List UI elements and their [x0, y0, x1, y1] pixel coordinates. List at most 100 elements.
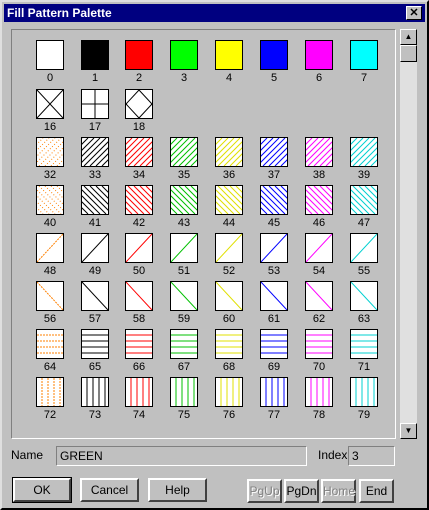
pattern-swatch-69[interactable]: 69	[260, 329, 288, 373]
pattern-swatch-35[interactable]: 35	[170, 137, 198, 181]
pattern-swatch-fill[interactable]	[305, 377, 333, 407]
pattern-swatch-71[interactable]: 71	[350, 329, 378, 373]
pattern-swatch-fill[interactable]	[215, 377, 243, 407]
pattern-swatch-78[interactable]: 78	[305, 377, 333, 421]
pattern-swatch-39[interactable]: 39	[350, 137, 378, 181]
pattern-swatch-59[interactable]: 59	[170, 281, 198, 325]
pattern-swatch-49[interactable]: 49	[81, 233, 109, 277]
pattern-swatch-fill[interactable]	[170, 377, 198, 407]
name-field[interactable]: GREEN	[56, 446, 307, 466]
pattern-swatch-fill[interactable]	[125, 185, 153, 215]
pattern-swatch-32[interactable]: 32	[36, 137, 64, 181]
pattern-swatch-66[interactable]: 66	[125, 329, 153, 373]
pattern-swatch-68[interactable]: 68	[215, 329, 243, 373]
pattern-swatch-fill[interactable]	[125, 329, 153, 359]
pattern-swatch-54[interactable]: 54	[305, 233, 333, 277]
pattern-swatch-65[interactable]: 65	[81, 329, 109, 373]
pattern-swatch-fill[interactable]	[125, 89, 153, 119]
pattern-swatch-fill[interactable]	[81, 281, 109, 311]
pattern-swatch-62[interactable]: 62	[305, 281, 333, 325]
pattern-swatch-fill[interactable]	[81, 89, 109, 119]
pattern-swatch-37[interactable]: 37	[260, 137, 288, 181]
pattern-swatch-5[interactable]: 5	[260, 40, 288, 84]
pattern-swatch-fill[interactable]	[125, 377, 153, 407]
vertical-scrollbar[interactable]: ▲ ▼	[400, 29, 417, 439]
pattern-swatch-6[interactable]: 6	[305, 40, 333, 84]
close-button[interactable]: ✕	[406, 6, 422, 20]
pattern-swatch-fill[interactable]	[305, 233, 333, 263]
pattern-swatch-fill[interactable]	[170, 40, 198, 70]
pattern-swatch-64[interactable]: 64	[36, 329, 64, 373]
pattern-swatch-fill[interactable]	[260, 329, 288, 359]
pattern-swatch-fill[interactable]	[36, 89, 64, 119]
pattern-swatch-fill[interactable]	[170, 329, 198, 359]
ok-button[interactable]: OK	[12, 477, 72, 503]
pattern-swatch-fill[interactable]	[350, 185, 378, 215]
pattern-swatch-48[interactable]: 48	[36, 233, 64, 277]
scroll-down-button[interactable]: ▼	[400, 423, 417, 439]
pattern-swatch-52[interactable]: 52	[215, 233, 243, 277]
pattern-swatch-17[interactable]: 17	[81, 89, 109, 133]
pattern-swatch-fill[interactable]	[260, 40, 288, 70]
pattern-swatch-fill[interactable]	[350, 137, 378, 167]
pattern-swatch-fill[interactable]	[350, 377, 378, 407]
pattern-swatch-72[interactable]: 72	[36, 377, 64, 421]
pattern-swatch-42[interactable]: 42	[125, 185, 153, 229]
pattern-swatch-2[interactable]: 2	[125, 40, 153, 84]
pattern-swatch-fill[interactable]	[36, 185, 64, 215]
pattern-swatch-3[interactable]: 3	[170, 40, 198, 84]
pattern-swatch-fill[interactable]	[170, 233, 198, 263]
pattern-swatch-4[interactable]: 4	[215, 40, 243, 84]
pattern-swatch-fill[interactable]	[215, 185, 243, 215]
pattern-swatch-fill[interactable]	[215, 329, 243, 359]
pattern-swatch-fill[interactable]	[260, 185, 288, 215]
pattern-swatch-0[interactable]: 0	[36, 40, 64, 84]
pattern-swatch-1[interactable]: 1	[81, 40, 109, 84]
pattern-swatch-fill[interactable]	[170, 137, 198, 167]
pattern-swatch-47[interactable]: 47	[350, 185, 378, 229]
pattern-swatch-fill[interactable]	[36, 40, 64, 70]
pattern-swatch-77[interactable]: 77	[260, 377, 288, 421]
pattern-swatch-fill[interactable]	[305, 185, 333, 215]
pattern-swatch-fill[interactable]	[350, 281, 378, 311]
pattern-swatch-43[interactable]: 43	[170, 185, 198, 229]
pattern-swatch-fill[interactable]	[125, 40, 153, 70]
pattern-swatch-fill[interactable]	[305, 281, 333, 311]
pattern-swatch-fill[interactable]	[350, 233, 378, 263]
pattern-swatch-58[interactable]: 58	[125, 281, 153, 325]
index-field[interactable]: 3	[348, 446, 395, 466]
pattern-swatch-fill[interactable]	[215, 281, 243, 311]
pgdn-button[interactable]: PgDn	[284, 479, 319, 503]
pgup-button[interactable]: PgUp	[247, 479, 282, 503]
pattern-swatch-fill[interactable]	[170, 281, 198, 311]
end-button[interactable]: End	[359, 479, 394, 503]
pattern-swatch-fill[interactable]	[125, 137, 153, 167]
pattern-swatch-fill[interactable]	[350, 40, 378, 70]
scroll-up-button[interactable]: ▲	[400, 29, 417, 45]
pattern-swatch-fill[interactable]	[81, 40, 109, 70]
pattern-swatch-38[interactable]: 38	[305, 137, 333, 181]
pattern-swatch-70[interactable]: 70	[305, 329, 333, 373]
pattern-swatch-fill[interactable]	[215, 233, 243, 263]
pattern-swatch-18[interactable]: 18	[125, 89, 153, 133]
pattern-swatch-fill[interactable]	[260, 233, 288, 263]
pattern-swatch-fill[interactable]	[305, 329, 333, 359]
pattern-swatch-46[interactable]: 46	[305, 185, 333, 229]
pattern-swatch-fill[interactable]	[81, 233, 109, 263]
pattern-swatch-76[interactable]: 76	[215, 377, 243, 421]
pattern-swatch-75[interactable]: 75	[170, 377, 198, 421]
pattern-swatch-57[interactable]: 57	[81, 281, 109, 325]
pattern-swatch-16[interactable]: 16	[36, 89, 64, 133]
pattern-swatch-fill[interactable]	[305, 40, 333, 70]
pattern-swatch-63[interactable]: 63	[350, 281, 378, 325]
pattern-swatch-60[interactable]: 60	[215, 281, 243, 325]
pattern-swatch-67[interactable]: 67	[170, 329, 198, 373]
pattern-swatch-fill[interactable]	[215, 40, 243, 70]
pattern-swatch-79[interactable]: 79	[350, 377, 378, 421]
pattern-swatch-fill[interactable]	[170, 185, 198, 215]
pattern-swatch-55[interactable]: 55	[350, 233, 378, 277]
pattern-swatch-fill[interactable]	[260, 137, 288, 167]
pattern-swatch-fill[interactable]	[36, 233, 64, 263]
pattern-swatch-fill[interactable]	[81, 329, 109, 359]
pattern-swatch-50[interactable]: 50	[125, 233, 153, 277]
